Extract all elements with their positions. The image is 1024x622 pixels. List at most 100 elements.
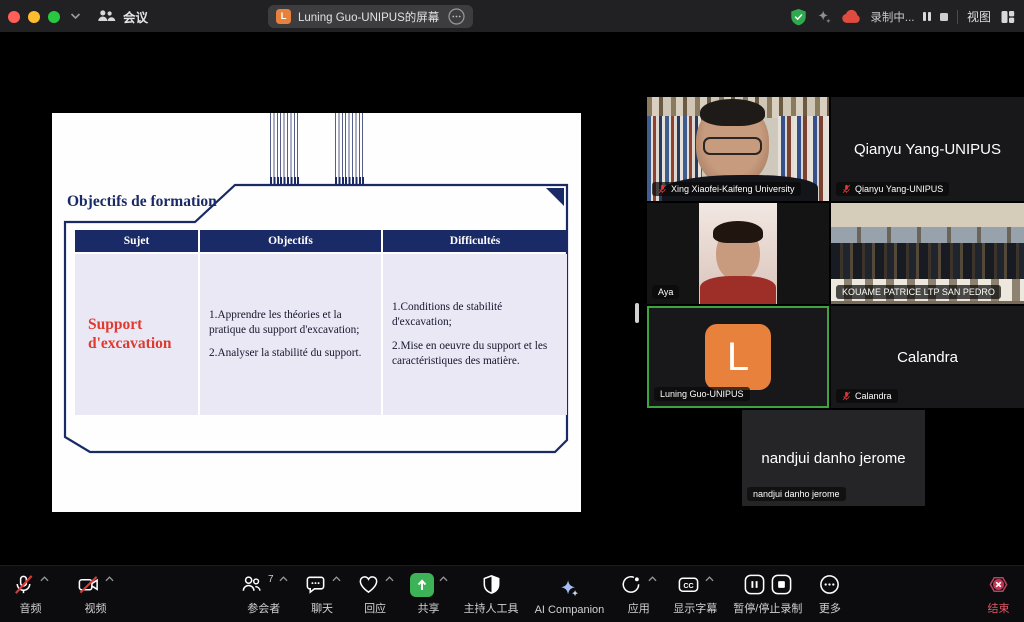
meeting-toolbar: 音频 视频	[0, 565, 1024, 622]
name-tag: KOUAME PATRICE LTP SAN PEDRO	[836, 285, 1001, 299]
security-shield-icon[interactable]	[790, 8, 807, 26]
share-screen-button[interactable]: 共享	[410, 573, 448, 616]
table-cell-sujet: Support d'excavation	[75, 254, 200, 415]
participants-video-panel: Xing Xiaofei-Kaifeng University Qianyu Y…	[647, 97, 1024, 512]
chat-options-chevron[interactable]	[332, 576, 341, 582]
participant-name: Calandra	[855, 391, 892, 401]
name-tag: Calandra	[836, 389, 898, 403]
close-window-button[interactable]	[8, 11, 20, 23]
fullscreen-window-button[interactable]	[48, 11, 60, 23]
name-tag: Qianyu Yang-UNIPUS	[836, 182, 949, 196]
table-header-sujet: Sujet	[75, 230, 200, 252]
heart-icon	[357, 573, 380, 596]
participant-name: nandjui danho jerome	[753, 489, 840, 499]
titlebar: 会议 L Luning Guo-UNIPUS的屏幕 录制中...	[0, 0, 1024, 33]
shared-screen-tab[interactable]: L Luning Guo-UNIPUS的屏幕	[268, 5, 473, 28]
closed-captions-icon: CC	[677, 573, 700, 596]
video-tile-qianyu-yang[interactable]: Qianyu Yang-UNIPUS Qianyu Yang-UNIPUS	[831, 97, 1024, 201]
reactions-button[interactable]: 回应	[357, 573, 394, 616]
reactions-options-chevron[interactable]	[385, 576, 394, 582]
pause-recording-icon[interactable]	[923, 12, 931, 21]
apps-options-chevron[interactable]	[648, 576, 657, 582]
objectif-item: 1.Apprendre les théories et la pratique …	[209, 308, 372, 339]
window-controls	[8, 11, 60, 23]
ai-sparkle-icon[interactable]	[816, 9, 832, 25]
captions-options-chevron[interactable]	[705, 576, 714, 582]
host-tools-button[interactable]: 主持人工具	[464, 573, 519, 616]
participant-name: Qianyu Yang-UNIPUS	[855, 184, 943, 194]
video-tile-aya[interactable]: Aya	[647, 203, 829, 304]
presentation-slide: Objectifs de formation Sujet Objectifs D…	[52, 113, 581, 512]
avatar: L	[705, 324, 771, 390]
video-tile-nandjui[interactable]: nandjui danho jerome nandjui danho jerom…	[742, 410, 925, 506]
tab-avatar: L	[276, 9, 291, 24]
video-tile-kouame[interactable]: KOUAME PATRICE LTP SAN PEDRO	[831, 203, 1024, 304]
apps-icon	[620, 573, 643, 596]
stop-recording-icon[interactable]	[940, 13, 948, 21]
muted-mic-icon	[842, 184, 851, 194]
recording-controls-button[interactable]: 暂停/停止录制	[733, 573, 802, 616]
stop-recording-icon[interactable]	[770, 573, 793, 596]
meeting-people-icon	[96, 8, 116, 25]
separator	[957, 10, 958, 24]
participants-options-chevron[interactable]	[279, 576, 288, 582]
microphone-muted-icon	[12, 573, 35, 596]
share-options-chevron[interactable]	[439, 576, 448, 582]
video-options-chevron[interactable]	[105, 576, 114, 582]
name-tag: Aya	[652, 285, 679, 299]
more-ellipsis-icon	[818, 573, 841, 596]
table-header-difficultes: Difficultés	[383, 230, 567, 252]
chat-icon	[304, 573, 327, 596]
view-layout-icon[interactable]	[1000, 9, 1016, 25]
name-tag: Xing Xiaofei-Kaifeng University	[652, 182, 801, 196]
ai-companion-sparkle-icon	[558, 577, 581, 600]
meeting-title-group: 会议	[96, 7, 148, 26]
pause-recording-icon[interactable]	[743, 573, 766, 596]
participants-button[interactable]: 7 参会者	[240, 573, 288, 616]
chat-button[interactable]: 聊天	[304, 573, 341, 616]
audio-options-chevron[interactable]	[40, 576, 49, 582]
participant-name: Luning Guo-UNIPUS	[660, 389, 744, 399]
video-tile-xing-xiaofei[interactable]: Xing Xiaofei-Kaifeng University	[647, 97, 829, 201]
minimize-window-button[interactable]	[28, 11, 40, 23]
course-table: Sujet Objectifs Difficultés Support d'ex…	[75, 230, 567, 415]
participant-name: Aya	[658, 287, 673, 297]
muted-mic-icon	[842, 391, 851, 401]
objectif-item: 2.Analyser la stabilité du support.	[209, 346, 372, 361]
panel-resize-handle[interactable]	[635, 303, 639, 323]
muted-mic-icon	[658, 184, 667, 194]
captions-button[interactable]: CC 显示字幕	[673, 573, 717, 616]
participant-name: Xing Xiaofei-Kaifeng University	[671, 184, 795, 194]
host-tools-shield-icon	[480, 573, 503, 596]
svg-text:CC: CC	[683, 582, 693, 590]
shared-screen-area: Objectifs de formation Sujet Objectifs D…	[0, 33, 645, 622]
video-tile-luning-guo[interactable]: L Luning Guo-UNIPUS	[647, 306, 829, 408]
table-cell-difficultes: 1.Conditions de stabilité d'excavation; …	[383, 254, 567, 415]
apps-button[interactable]: 应用	[620, 573, 657, 616]
chevron-down-icon[interactable]	[70, 12, 81, 20]
slide-title: Objectifs de formation	[67, 193, 217, 211]
end-meeting-button[interactable]: 结束	[987, 573, 1010, 616]
end-meeting-icon	[987, 573, 1010, 596]
sujet-value: Support d'excavation	[88, 316, 198, 353]
camera-muted-icon	[77, 573, 100, 596]
table-body-row: Support d'excavation 1.Apprendre les thé…	[75, 254, 567, 415]
video-tile-calandra[interactable]: Calandra Calandra	[831, 306, 1024, 408]
participants-icon	[240, 573, 263, 596]
view-button-label: 视图	[967, 8, 991, 25]
recording-cloud-icon	[841, 9, 861, 24]
audio-button[interactable]: 音频	[12, 573, 49, 616]
table-header-row: Sujet Objectifs Difficultés	[75, 230, 567, 252]
table-header-objectifs: Objectifs	[200, 230, 383, 252]
recording-status: 录制中...	[870, 9, 914, 25]
table-cell-objectifs: 1.Apprendre les théories et la pratique …	[200, 254, 383, 415]
difficulte-item: 1.Conditions de stabilité d'excavation;	[392, 300, 558, 331]
zoom-meeting-window: 会议 L Luning Guo-UNIPUS的屏幕 录制中...	[0, 0, 1024, 622]
more-button[interactable]: 更多	[818, 573, 841, 616]
video-button[interactable]: 视频	[77, 573, 114, 616]
share-screen-icon	[410, 573, 434, 597]
tab-more-icon[interactable]	[448, 8, 465, 25]
meeting-label: 会议	[123, 7, 148, 26]
ai-companion-button[interactable]: AI Companion	[535, 577, 605, 616]
participants-count: 7	[268, 574, 274, 585]
